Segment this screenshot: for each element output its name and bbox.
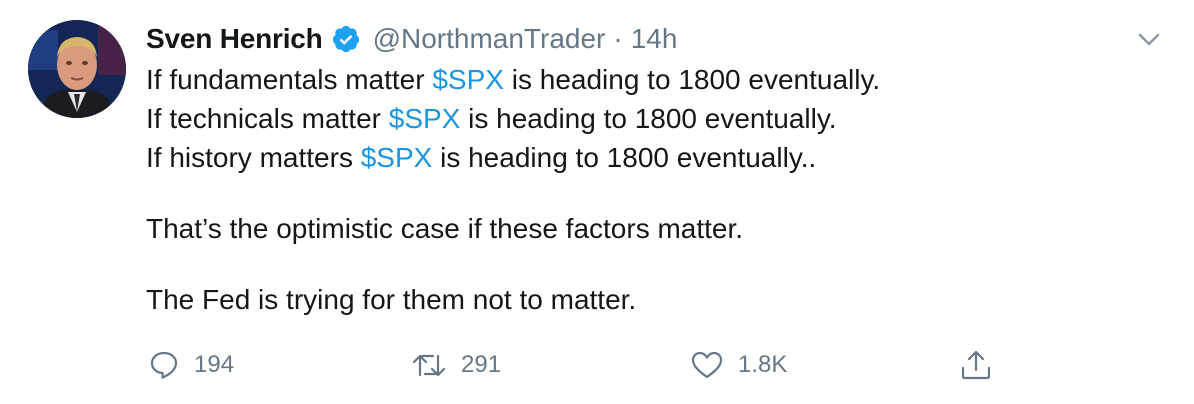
- retweet-button[interactable]: 291: [411, 344, 501, 386]
- author-name[interactable]: Sven Henrich: [146, 23, 323, 55]
- line-text: is heading to 1800 eventually.: [503, 64, 881, 95]
- retweet-count: 291: [461, 351, 502, 378]
- tweet-paragraph-2: That’s the optimistic case if these fact…: [146, 213, 744, 244]
- heart-icon: [691, 351, 723, 379]
- line-text: If history matters: [146, 142, 361, 173]
- tweet-line: If history matters $SPX is heading to 18…: [146, 138, 1166, 177]
- tweet-card: Sven Henrich @NorthmanTrader · 14h If fu…: [0, 0, 1194, 404]
- line-text: is heading to 1800 eventually..: [432, 142, 817, 173]
- avatar[interactable]: [28, 20, 126, 118]
- reply-count: 194: [194, 351, 235, 378]
- cashtag-link[interactable]: $SPX: [389, 103, 461, 134]
- tweet-paragraph-3: The Fed is trying for them not to matter…: [146, 284, 637, 315]
- retweet-icon: [412, 354, 446, 377]
- reply-icon: [150, 351, 178, 379]
- tweet-text: If fundamentals matter $SPX is heading t…: [146, 60, 1166, 319]
- chevron-down-icon[interactable]: [1136, 26, 1162, 52]
- share-button[interactable]: [959, 344, 993, 386]
- tweet-line: If technicals matter $SPX is heading to …: [146, 99, 1166, 138]
- like-count: 1.8K: [738, 351, 788, 378]
- cashtag-link[interactable]: $SPX: [432, 64, 504, 95]
- tweet-line: If fundamentals matter $SPX is heading t…: [146, 60, 1166, 99]
- tweet-actions: 194 291 1.8K: [0, 344, 1194, 386]
- tweet-header: Sven Henrich @NorthmanTrader · 14h: [146, 17, 677, 61]
- verified-badge-icon: [331, 24, 361, 54]
- cashtag-link[interactable]: $SPX: [361, 142, 433, 173]
- line-text: If fundamentals matter: [146, 64, 433, 95]
- avatar-photo: [28, 20, 126, 118]
- reply-button[interactable]: 194: [148, 344, 234, 386]
- author-handle[interactable]: @NorthmanTrader: [373, 23, 606, 55]
- like-button[interactable]: 1.8K: [690, 344, 787, 386]
- separator-dot: ·: [613, 23, 623, 54]
- line-text: If technicals matter: [146, 103, 389, 134]
- line-text: is heading to 1800 eventually.: [460, 103, 837, 134]
- timestamp[interactable]: 14h: [631, 23, 678, 55]
- share-icon: [961, 350, 991, 380]
